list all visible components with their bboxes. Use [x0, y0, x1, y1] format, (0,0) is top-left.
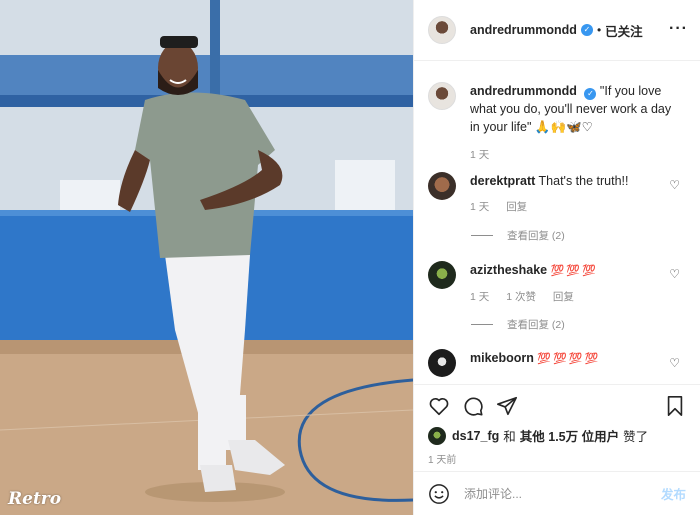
bookmark-icon[interactable] [664, 395, 686, 417]
comment-meta: 1 天 1 次赞 回复 [470, 288, 686, 306]
comment-item: aziztheshake 💯💯💯 1 天 1 次赞 回复 [414, 261, 700, 306]
add-comment-bar: 添加评论... 发布 [414, 471, 700, 515]
avatar[interactable] [428, 172, 456, 200]
smile-icon[interactable] [428, 483, 450, 505]
comment-time: 1 天 [470, 201, 490, 213]
comment-item: derektpratt That's the truth!! 1 天 回复 [414, 172, 700, 216]
avatar[interactable] [428, 16, 456, 44]
comment-text: That's the truth!! [538, 174, 629, 188]
comment-text: 💯💯💯💯 [537, 353, 601, 365]
likes-count-link[interactable]: 其他 1.5万 位用户 [520, 426, 619, 445]
avatar[interactable] [428, 82, 456, 110]
avatar[interactable] [428, 349, 456, 377]
comment-like-icon[interactable]: ♡ [669, 356, 680, 370]
more-icon[interactable]: ··· [669, 20, 688, 38]
comment-username[interactable]: aziztheshake [470, 263, 547, 277]
action-bar: ds17_fg 和 其他 1.5万 位用户 赞了 1 天前 [414, 384, 700, 470]
action-icons [428, 395, 686, 419]
post-header: andredrummondd ✓ • 已关注 ··· [414, 0, 700, 61]
avatar[interactable] [428, 426, 446, 445]
verified-icon: ✓ [584, 88, 597, 100]
liker-username[interactable]: ds17_fg [452, 429, 499, 443]
caption-time: 1 天 [470, 149, 490, 161]
post-timestamp[interactable]: 1 天前 [428, 451, 456, 466]
comment-like-icon[interactable]: ♡ [669, 267, 680, 281]
heart-icon[interactable] [428, 395, 450, 417]
post-photo[interactable]: Retro [0, 0, 413, 515]
post-side-panel: andredrummondd ✓ • 已关注 ··· andredrummond… [413, 0, 700, 515]
divider [471, 235, 493, 236]
likes-summary: ds17_fg 和 其他 1.5万 位用户 赞了 [428, 426, 648, 445]
comment-meta: 1 天 回复 [470, 198, 686, 216]
comment-icon[interactable] [462, 395, 484, 417]
comment-time: 1 天 [470, 291, 490, 303]
comment-item: mikeboorn 💯💯💯💯 [414, 349, 700, 377]
view-replies[interactable]: 查看回复 (2) [471, 317, 565, 332]
author-username[interactable]: andredrummondd [470, 23, 577, 37]
caption: andredrummondd ✓ "If you love what you d… [414, 82, 700, 164]
caption-meta: 1 天 [470, 146, 676, 164]
comment-username[interactable]: mikeboorn [470, 351, 534, 365]
view-replies[interactable]: 查看回复 (2) [471, 228, 565, 243]
reply-button[interactable]: 回复 [506, 201, 527, 213]
comment-username[interactable]: derektpratt [470, 174, 535, 188]
watermark-logo: Retro [8, 489, 62, 509]
comment-likes[interactable]: 1 次赞 [506, 291, 536, 303]
following-button[interactable]: 已关注 [605, 21, 643, 40]
divider [471, 324, 493, 325]
share-icon[interactable] [496, 395, 518, 417]
gym-scene [0, 0, 413, 515]
comment-list[interactable]: andredrummondd ✓ "If you love what you d… [414, 62, 700, 384]
view-replies-label[interactable]: 查看回复 (2) [507, 317, 565, 332]
avatar[interactable] [428, 261, 456, 289]
view-replies-label[interactable]: 查看回复 (2) [507, 228, 565, 243]
verified-icon: ✓ [580, 24, 593, 36]
comment-like-icon[interactable]: ♡ [669, 178, 680, 192]
separator-dot: • [596, 23, 602, 37]
likes-suffix: 赞了 [623, 430, 649, 444]
reply-button[interactable]: 回复 [553, 291, 574, 303]
caption-username[interactable]: andredrummondd [470, 84, 577, 98]
comment-input[interactable]: 添加评论... [464, 485, 661, 502]
comment-text: 💯💯💯 [550, 265, 598, 277]
likes-and: 和 [503, 430, 516, 444]
post-comment-button[interactable]: 发布 [661, 484, 686, 503]
